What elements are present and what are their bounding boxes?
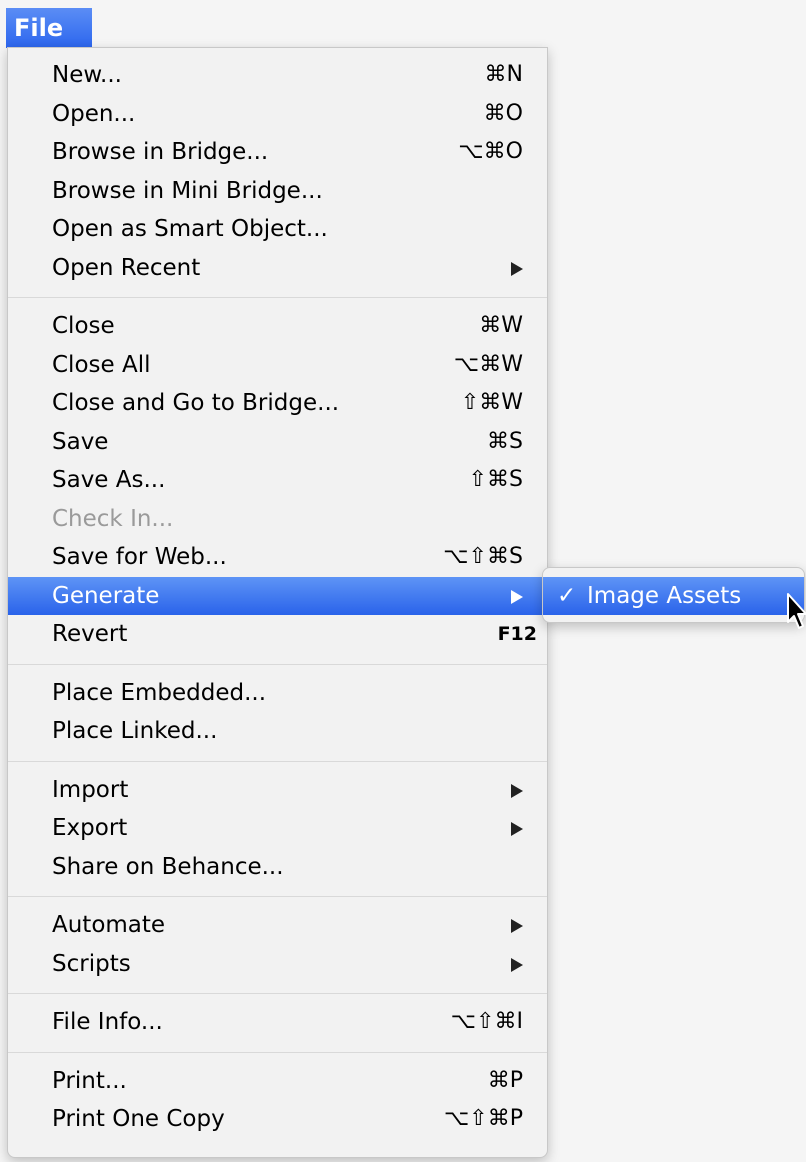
submenu-arrow-icon: [511, 589, 523, 604]
menu-separator: [8, 1042, 547, 1062]
menu-item-open-recent[interactable]: Open Recent: [8, 249, 547, 288]
menu-item-label: Open Recent: [52, 254, 201, 281]
file-menu-list: New... ⌘N Open... ⌘O Browse in Bridge... ⌥⌘O B…: [8, 56, 547, 1139]
menu-item-save-as[interactable]: Save As... ⇧⌘S: [8, 461, 547, 500]
menu-item-shortcut: ⌥⇧⌘I: [450, 1009, 523, 1034]
menu-item-label: Browse in Bridge...: [52, 139, 269, 165]
menu-item-browse-in-mini-bridge[interactable]: Browse in Mini Bridge...: [8, 172, 547, 211]
menu-item-label: Scripts: [52, 950, 131, 977]
menu-item-shortcut: ⌘O: [483, 100, 523, 126]
menu-item-shortcut: ⌘W: [479, 313, 523, 338]
menu-item-shortcut: ⌘N: [484, 62, 523, 87]
submenu-arrow-icon: [511, 957, 523, 972]
menu-item-save[interactable]: Save ⌘S: [8, 423, 547, 462]
menu-item-label: Export: [52, 815, 128, 841]
menu-item-generate[interactable]: Generate: [8, 576, 547, 615]
menu-item-shortcut: ⌥⇧⌘S: [443, 544, 523, 569]
menu-item-label: Automate: [52, 912, 166, 938]
generate-submenu: ✓ Image Assets: [542, 567, 805, 623]
menu-item-label: Close and Go to Bridge...: [52, 390, 340, 416]
menu-item-label: Share on Behance...: [52, 853, 284, 880]
submenu-arrow-icon: [511, 919, 523, 933]
submenu-arrow-icon: [511, 261, 523, 276]
menu-item-import[interactable]: Import: [8, 771, 547, 810]
menu-item-label: Place Embedded...: [52, 679, 267, 706]
mouse-pointer-icon: [787, 593, 806, 629]
menu-item-shortcut: ⇧⌘W: [460, 390, 523, 415]
menu-item-print-one-copy[interactable]: Print One Copy ⌥⇧⌘P: [8, 1100, 547, 1139]
menu-item-label: Import: [52, 776, 129, 803]
menu-item-browse-in-bridge[interactable]: Browse in Bridge... ⌥⌘O: [8, 133, 547, 172]
menu-item-shortcut: ⇧⌘S: [468, 467, 523, 492]
menu-item-scripts[interactable]: Scripts: [8, 945, 547, 984]
menu-item-close[interactable]: Close ⌘W: [8, 307, 547, 346]
file-menu: New... ⌘N Open... ⌘O Browse in Bridge... ⌥⌘O B…: [7, 47, 548, 1158]
menu-item-label: Close: [52, 313, 115, 339]
menu-item-label: Revert: [52, 621, 128, 647]
menu-item-label: Open...: [52, 100, 136, 127]
menu-item-label: File Info...: [52, 1009, 163, 1035]
menu-item-shortcut: ⌘P: [487, 1067, 523, 1093]
menu-item-new[interactable]: New... ⌘N: [8, 56, 547, 95]
menu-item-label: Generate: [52, 582, 160, 609]
menu-item-revert[interactable]: Revert F12: [8, 615, 547, 654]
menu-item-label: Check In...: [52, 505, 174, 532]
menu-item-label: Save: [52, 428, 109, 455]
menu-separator: [8, 983, 547, 1003]
menu-item-save-for-web[interactable]: Save for Web... ⌥⇧⌘S: [8, 538, 547, 577]
menu-item-print[interactable]: Print... ⌘P: [8, 1062, 547, 1101]
menu-item-shortcut: ⌘S: [487, 428, 523, 454]
menu-separator: [8, 654, 547, 674]
menu-bar-file[interactable]: File: [6, 8, 92, 48]
menu-item-shortcut: ⌥⌘W: [453, 351, 523, 377]
menu-item-place-linked[interactable]: Place Linked...: [8, 712, 547, 751]
menu-item-label: Browse in Mini Bridge...: [52, 177, 323, 204]
menu-item-label: Save for Web...: [52, 544, 227, 570]
menu-item-place-embedded[interactable]: Place Embedded...: [8, 674, 547, 713]
menu-item-label: Print One Copy: [52, 1106, 225, 1132]
submenu-arrow-icon: [511, 783, 523, 798]
menu-separator: [8, 886, 547, 906]
menu-item-close-all[interactable]: Close All ⌥⌘W: [8, 346, 547, 385]
menu-item-export[interactable]: Export: [8, 809, 547, 848]
menu-item-label: Print...: [52, 1067, 127, 1094]
menu-item-check-in: Check In...: [8, 500, 547, 539]
menu-item-shortcut: ⌥⌘O: [458, 139, 523, 164]
menu-item-label: New...: [52, 62, 122, 88]
menu-separator: [8, 287, 547, 307]
menu-item-open[interactable]: Open... ⌘O: [8, 95, 547, 134]
menu-item-automate[interactable]: Automate: [8, 906, 547, 945]
menu-item-label: Close All: [52, 351, 151, 378]
menu-item-shortcut: F12: [497, 623, 537, 645]
menu-item-label: Open as Smart Object...: [52, 216, 328, 242]
menu-item-label: Save As...: [52, 467, 166, 493]
screen: File New... ⌘N Open... ⌘O Browse in Bridge..…: [0, 0, 806, 1162]
menu-item-close-and-go-to-bridge[interactable]: Close and Go to Bridge... ⇧⌘W: [8, 384, 547, 423]
submenu-arrow-icon: [511, 822, 523, 836]
menu-separator: [8, 751, 547, 771]
submenu-item-image-assets[interactable]: ✓ Image Assets: [543, 577, 804, 615]
menu-item-shortcut: ⌥⇧⌘P: [443, 1106, 523, 1131]
menu-item-label: Image Assets: [587, 583, 742, 609]
menu-item-label: Place Linked...: [52, 718, 218, 744]
checkmark-icon: ✓: [557, 583, 577, 609]
menu-item-share-on-behance[interactable]: Share on Behance...: [8, 848, 547, 887]
menu-item-file-info[interactable]: File Info... ⌥⇧⌘I: [8, 1003, 547, 1042]
menu-item-open-as-smart-object[interactable]: Open as Smart Object...: [8, 210, 547, 249]
